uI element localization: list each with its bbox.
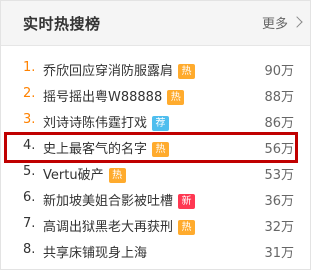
- topic-title[interactable]: 刘诗诗陈伟霆打戏荐: [43, 112, 170, 131]
- search-count: 56万: [264, 142, 294, 157]
- topic-title[interactable]: 摇号摇出粤W88888 热: [43, 86, 185, 105]
- search-count: 53万: [264, 168, 294, 183]
- list-item-7[interactable]: 7. 高调出狱黑老大再获刑热 32万: [1, 211, 310, 237]
- search-count: 88万: [264, 90, 294, 105]
- new-badge: 新: [178, 194, 196, 209]
- more-link[interactable]: 更多: [262, 13, 288, 32]
- rank-number: 7.: [23, 216, 36, 231]
- recommend-badge: 荐: [152, 116, 170, 131]
- panel-title: 实时热搜榜: [23, 15, 101, 33]
- list-item-8[interactable]: 8. 共享床铺现身上海 31万: [1, 237, 310, 263]
- list-item-3[interactable]: 3. 刘诗诗陈伟霆打戏荐 86万: [1, 107, 310, 133]
- search-count: 32万: [264, 220, 294, 235]
- topic-title[interactable]: Vertu破产热: [43, 164, 126, 183]
- topic-title[interactable]: 史上最客气的名字热: [43, 138, 170, 157]
- hot-badge: 热: [167, 90, 185, 105]
- search-count: 36万: [264, 194, 294, 209]
- panel-header: 实时热搜榜 更多: [1, 1, 310, 46]
- topic-title[interactable]: 乔欣回应穿消防服露肩热: [43, 60, 196, 79]
- topic-title[interactable]: 新加坡美姐合影被吐槽新: [43, 190, 196, 209]
- hot-search-list: 1. 乔欣回应穿消防服露肩热 90万 2. 摇号摇出粤W88888 热 88万 3…: [1, 55, 310, 263]
- chevron-right-icon[interactable]: [291, 16, 303, 28]
- hot-badge: 热: [178, 64, 196, 79]
- hot-badge: 热: [178, 220, 196, 235]
- topic-title[interactable]: 高调出狱黑老大再获刑热: [43, 216, 196, 235]
- search-count: 90万: [264, 64, 294, 79]
- rank-number: 2.: [23, 86, 36, 101]
- rank-number: 6.: [23, 190, 36, 205]
- list-item-4[interactable]: 4. 史上最客气的名字热 56万: [1, 133, 310, 159]
- hot-badge: 热: [108, 168, 126, 183]
- list-item-2[interactable]: 2. 摇号摇出粤W88888 热 88万: [1, 81, 310, 107]
- hot-badge: 热: [152, 142, 170, 157]
- rank-number: 4.: [23, 138, 36, 153]
- rank-number: 1.: [23, 60, 36, 75]
- list-item-6[interactable]: 6. 新加坡美姐合影被吐槽新 36万: [1, 185, 310, 211]
- rank-number: 3.: [23, 112, 36, 127]
- list-item-5[interactable]: 5. Vertu破产热 53万: [1, 159, 310, 185]
- search-count: 31万: [264, 246, 294, 261]
- list-item-1[interactable]: 1. 乔欣回应穿消防服露肩热 90万: [1, 55, 310, 81]
- rank-number: 8.: [23, 242, 36, 257]
- topic-title[interactable]: 共享床铺现身上海: [43, 242, 147, 261]
- search-count: 86万: [264, 116, 294, 131]
- rank-number: 5.: [23, 164, 36, 179]
- hot-search-panel: 实时热搜榜 更多 1. 乔欣回应穿消防服露肩热 90万 2. 摇号摇出粤W888…: [0, 0, 311, 270]
